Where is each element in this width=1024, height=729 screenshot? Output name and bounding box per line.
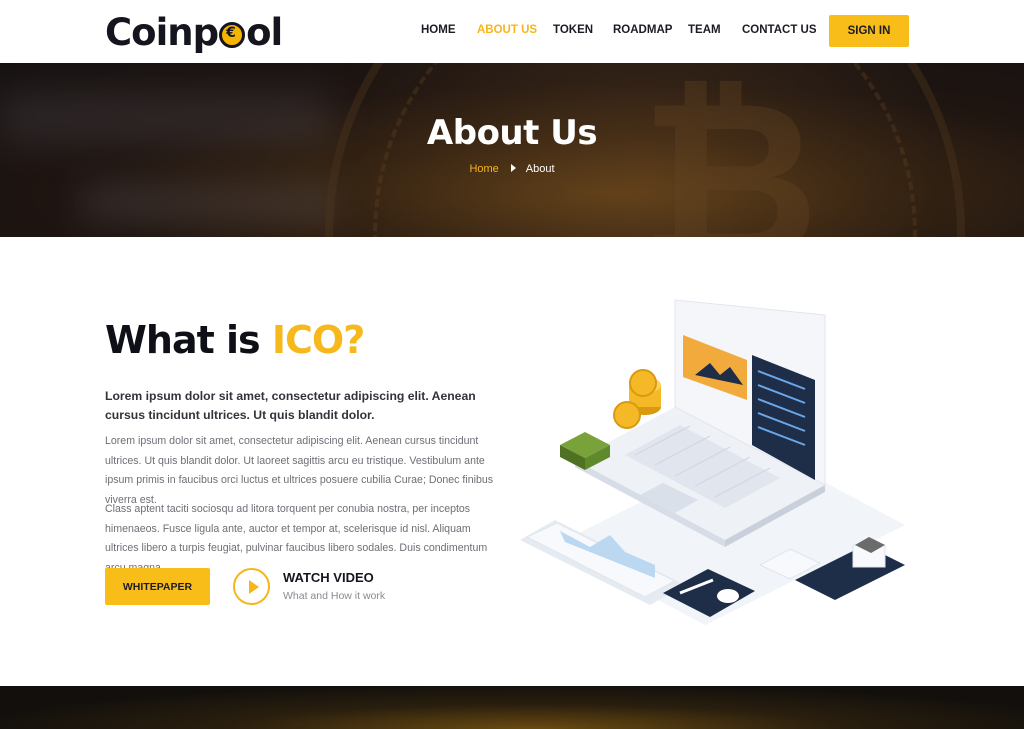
- whitepaper-button[interactable]: WHITEPAPER: [105, 568, 210, 605]
- site-header: Coinpol HOME ABOUT US TOKEN ROADMAP TEAM…: [0, 0, 1024, 63]
- next-section-band: [0, 686, 1024, 729]
- logo-text-start: Coinp: [105, 10, 219, 54]
- breadcrumb-current: About: [525, 163, 555, 175]
- breadcrumb-home-link[interactable]: Home: [469, 163, 498, 175]
- body-paragraph-2: Class aptent taciti sociosqu ad litora t…: [105, 503, 488, 574]
- nav-roadmap[interactable]: ROADMAP: [613, 24, 672, 36]
- watch-video-subtitle: What and How it work: [283, 590, 386, 602]
- nav-token[interactable]: TOKEN: [553, 24, 593, 36]
- nav-contact-us[interactable]: CONTACT US: [742, 24, 817, 36]
- watch-video-title[interactable]: WATCH VIDEO: [283, 570, 374, 585]
- lead-text: Lorem ipsum dolor sit amet, consectetur …: [105, 389, 476, 422]
- section-heading: What is ICO?: [105, 318, 365, 362]
- nav-home[interactable]: HOME: [421, 24, 456, 36]
- logo[interactable]: Coinpol: [105, 10, 283, 54]
- coin-icon: [219, 22, 246, 48]
- caret-right-icon: [510, 164, 516, 172]
- nav-about-us[interactable]: ABOUT US: [477, 24, 537, 36]
- play-video-icon[interactable]: [233, 568, 270, 605]
- heading-accent: ICO?: [271, 318, 365, 362]
- isometric-laptop-illustration: [520, 299, 905, 625]
- logo-text-end: ol: [246, 10, 283, 54]
- heading-main: What is: [105, 318, 272, 362]
- page-title: About Us: [426, 113, 598, 153]
- body-paragraph-1: Lorem ipsum dolor sit amet, consectetur …: [105, 435, 494, 506]
- breadcrumb: Home About: [0, 163, 1024, 175]
- page-banner: ₿ About Us Home About: [0, 63, 1024, 237]
- sign-in-button[interactable]: SIGN IN: [829, 15, 909, 47]
- nav-team[interactable]: TEAM: [688, 24, 721, 36]
